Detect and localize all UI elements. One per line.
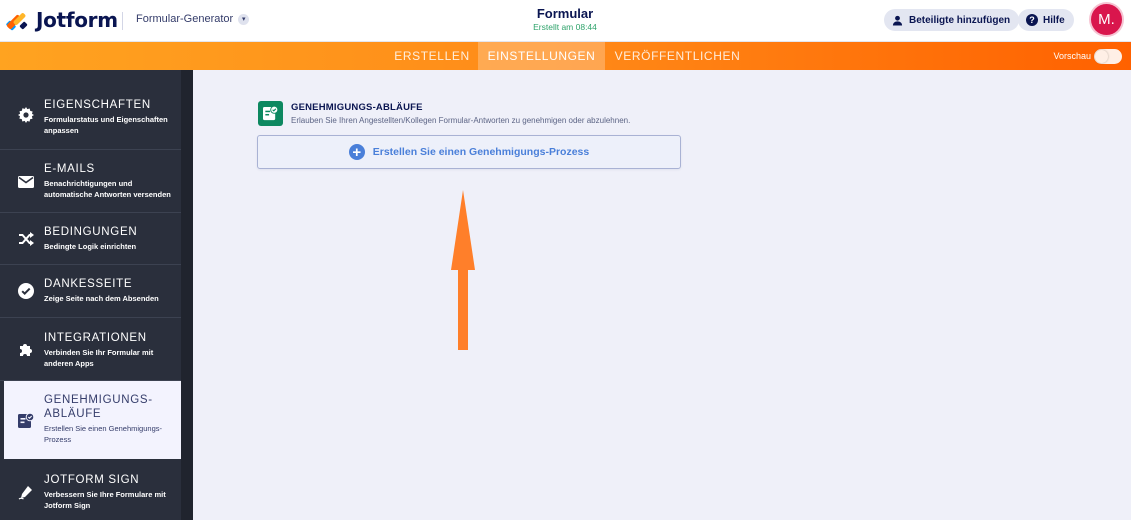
form-generator-dropdown[interactable]: Formular-Generator ▾ (136, 13, 250, 25)
user-icon (891, 14, 904, 27)
plus-circle-icon: + (348, 144, 365, 160)
form-title-block: Formular Erstellt am 08:44 (465, 6, 665, 32)
brand-name: Jotform (36, 8, 118, 32)
tab-einstellungen[interactable]: EINSTELLUNGEN (478, 42, 605, 70)
sidebar-scrollbar[interactable] (181, 70, 193, 520)
approval-icon (17, 412, 35, 430)
sidebar-item-title: JOTFORM SIGN (44, 474, 140, 486)
preview-label: Vorschau (1053, 51, 1091, 61)
chevron-down-icon: ▾ (238, 13, 250, 25)
gear-icon (17, 106, 35, 124)
sidebar-item-title: DANKESSEITE (44, 278, 133, 290)
question-icon: ? (1025, 14, 1038, 27)
top-header: Jotform Formular-Generator ▾ Formular Er… (0, 0, 1131, 42)
sidebar-item-desc: Erstellen Sie einen Genehmigungs-Prozess (44, 424, 162, 444)
sidebar-item-desc: Benachrichtigungen und automatische Antw… (44, 179, 171, 199)
preview-toggle[interactable] (1094, 49, 1122, 64)
page-title[interactable]: Formular (465, 6, 665, 21)
shuffle-icon (17, 230, 35, 248)
add-collaborators-label: Beteiligte hinzufügen (909, 14, 1011, 26)
svg-text:?: ? (1029, 15, 1035, 25)
check-circle-icon (17, 282, 35, 300)
avatar[interactable]: M. (1091, 4, 1122, 35)
sidebar-item-title: E-MAILS (44, 163, 95, 175)
sidebar-item-emails[interactable]: E-MAILS Benachrichtigungen und automatis… (0, 150, 181, 213)
sidebar-item-jotform-sign[interactable]: JOTFORM SIGN Verbessern Sie Ihre Formula… (0, 459, 181, 520)
pen-icon (17, 483, 35, 501)
form-generator-label: Formular-Generator (136, 13, 234, 25)
sidebar-item-title: BEDINGUNGEN (44, 226, 138, 238)
sidebar-item-dankesseite[interactable]: DANKESSEITE Zeige Seite nach dem Absende… (0, 265, 181, 318)
create-approval-process-label: Erstellen Sie einen Genehmigungs-Prozess (372, 146, 590, 158)
tab-veroeffentlichen[interactable]: VERÖFFENTLICHEN (605, 42, 750, 70)
jotform-logo-icon (6, 13, 28, 31)
settings-sidebar: EIGENSCHAFTEN Formularstatus und Eigensc… (0, 70, 193, 520)
sidebar-item-desc: Verbinden Sie Ihr Formular mit anderen A… (44, 348, 154, 368)
sidebar-item-genehmigungs-ablaeufe[interactable]: GENEHMIGUNGS- ABLÄUFE Erstellen Sie eine… (4, 381, 181, 459)
sidebar-item-title: EIGENSCHAFTEN (44, 99, 151, 111)
sidebar-item-desc: Zeige Seite nach dem Absenden (44, 294, 159, 303)
envelope-icon (17, 173, 35, 191)
sidebar-item-title: INTEGRATIONEN (44, 332, 147, 344)
sidebar-item-eigenschaften[interactable]: EIGENSCHAFTEN Formularstatus und Eigensc… (0, 70, 181, 150)
divider (122, 12, 123, 30)
sidebar-item-title: GENEHMIGUNGS- (44, 394, 153, 406)
sidebar-item-desc: Verbessern Sie Ihre Formulare mit Jotfor… (44, 490, 166, 510)
help-button[interactable]: ? Hilfe (1018, 9, 1074, 31)
section-title: GENEHMIGUNGS-ABLÄUFE (291, 102, 423, 113)
sidebar-item-desc: Bedingte Logik einrichten (44, 242, 137, 251)
sidebar-item-title: ABLÄUFE (44, 408, 102, 420)
help-label: Hilfe (1043, 14, 1065, 26)
main-nav: ERSTELLEN EINSTELLUNGEN VERÖFFENTLICHEN … (0, 42, 1131, 70)
tab-erstellen[interactable]: ERSTELLEN (386, 42, 478, 70)
sidebar-item-desc: Formularstatus und Eigenschaften anpasse… (44, 115, 168, 135)
create-approval-process-button[interactable]: + Erstellen Sie einen Genehmigungs-Proze… (257, 135, 681, 169)
section-description: Erlauben Sie Ihren Angestellten/Kollegen… (291, 116, 631, 125)
add-collaborators-button[interactable]: Beteiligte hinzufügen (884, 9, 1020, 31)
sidebar-item-bedingungen[interactable]: BEDINGUNGEN Bedingte Logik einrichten (0, 213, 181, 265)
created-timestamp: Erstellt am 08:44 (533, 22, 597, 32)
jotform-logo[interactable]: Jotform (6, 8, 118, 32)
puzzle-icon (17, 341, 35, 359)
sidebar-item-integrationen[interactable]: INTEGRATIONEN Verbinden Sie Ihr Formular… (0, 318, 181, 381)
approval-flow-icon (258, 101, 283, 126)
annotation-arrow (451, 190, 475, 350)
